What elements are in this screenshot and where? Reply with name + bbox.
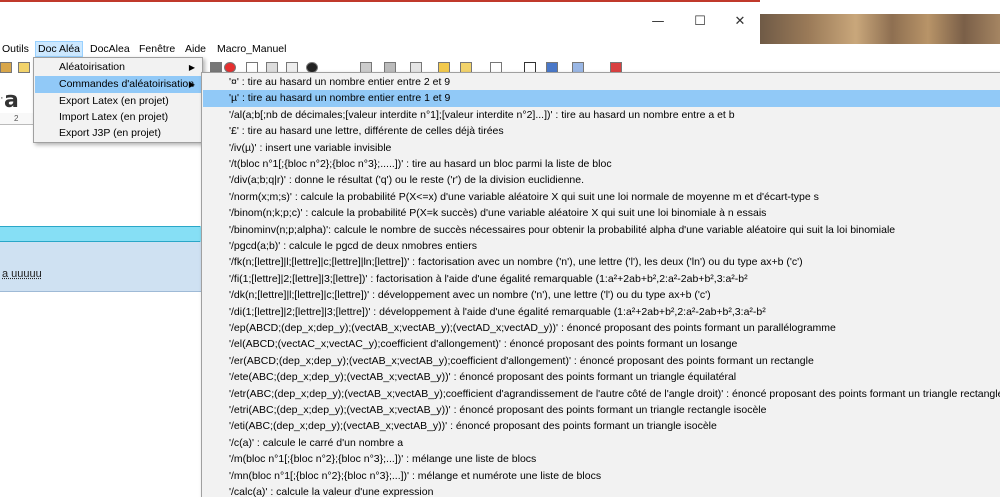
menu-item-export-j3p[interactable]: Export J3P (en projet) (35, 125, 201, 142)
submenu-item[interactable]: '/er(ABCD;(dep_x;dep_y);(vectAB_x;vectAB… (203, 353, 1000, 369)
submenu-item[interactable]: '/fi(1;[lettre]|2;[lettre]|3;[lettre])' … (203, 271, 1000, 287)
submenu-item[interactable]: '£' : tire au hasard une lettre, différe… (203, 123, 1000, 139)
menu-outils[interactable]: Outils (0, 41, 31, 57)
submenu-item[interactable]: '/pgcd(a;b)' : calcule le pgcd de deux n… (203, 238, 1000, 254)
menu-doc-alea[interactable]: Doc Aléa (35, 41, 84, 57)
menu-item-import-latex[interactable]: Import Latex (en projet) (35, 109, 201, 126)
submenu-item[interactable]: '/mn(bloc n°1[;{bloc n°2};{bloc n°3};...… (203, 468, 1000, 484)
toolbar-folder-icon[interactable] (18, 62, 30, 73)
document-panel-text: a uuuuu (2, 268, 42, 280)
menu-item-label: Aléatoirisation (59, 61, 125, 73)
desktop-area (760, 44, 1000, 72)
submenu-item[interactable]: '/m(bloc n°1[;{bloc n°2};{bloc n°3};...]… (203, 451, 1000, 467)
submenu-item[interactable]: 'µ' : tire au hasard un nombre entier en… (203, 90, 1000, 107)
menu-item-commandes-aleatoirisation[interactable]: Commandes d'aléatoirisation ▶ (35, 76, 201, 93)
submenu-item[interactable]: '/ep(ABCD;(dep_x;dep_y);(vectAB_x;vectAB… (203, 320, 1000, 336)
font-sample-icon[interactable]: a (4, 88, 19, 113)
submenu-item[interactable]: '/eti(ABC;(dep_x;dep_y);(vectAB_x;vectAB… (203, 418, 1000, 434)
submenu-item[interactable]: '/calc(a)' : calcule la valeur d'une exp… (203, 484, 1000, 497)
ruler-tick: 2 (14, 114, 19, 123)
submenu-item[interactable]: '/etri(ABC;(dep_x;dep_y);(vectAB_x;vectA… (203, 402, 1000, 418)
menu-aide[interactable]: Aide (183, 41, 208, 57)
menu-docalea[interactable]: DocAlea (88, 41, 132, 57)
commandes-submenu: '¤' : tire au hasard un nombre entier en… (201, 72, 1000, 497)
menu-fenetre[interactable]: Fenêtre (137, 41, 177, 57)
doc-alea-dropdown: Aléatoirisation ▶ Commandes d'aléatoiris… (33, 57, 203, 143)
submenu-item[interactable]: '/t(bloc n°1[;{bloc n°2};{bloc n°3};....… (203, 156, 1000, 172)
submenu-item[interactable]: '/iv(µ)' : insert une variable invisible (203, 140, 1000, 156)
submenu-item[interactable]: '/el(ABCD;(vectAC_x;vectAC_y);coefficien… (203, 336, 1000, 352)
window-titlebar (0, 0, 760, 40)
desktop-wallpaper (760, 14, 1000, 44)
menu-item-label: Commandes d'aléatoirisation (59, 78, 195, 90)
submenu-item[interactable]: '/ete(ABC;(dep_x;dep_y);(vectAB_x;vectAB… (203, 369, 1000, 385)
menu-item-export-latex[interactable]: Export Latex (en projet) (35, 93, 201, 110)
menu-macro-manuel[interactable]: Macro_Manuel (215, 41, 288, 57)
submenu-item[interactable]: '/binominv(n;p;alpha)': calcule le nombr… (203, 222, 1000, 238)
submenu-item[interactable]: '/c(a)' : calcule le carré d'un nombre a (203, 435, 1000, 451)
submenu-item[interactable]: '/fk(n;[lettre]|l;[lettre]|c;[lettre]|ln… (203, 254, 1000, 270)
submenu-item[interactable]: '/etr(ABC;(dep_x;dep_y);(vectAB_x;vectAB… (203, 386, 1000, 402)
submenu-item[interactable]: '/al(a;b[;nb de décimales;[valeur interd… (203, 107, 1000, 123)
menu-item-aleatoirisation[interactable]: Aléatoirisation ▶ (35, 59, 201, 76)
title-accent-line (0, 0, 760, 2)
close-icon[interactable]: ✕ (730, 14, 750, 30)
submenu-item[interactable]: '/dk(n;[lettre]|l;[lettre]|c;[lettre])' … (203, 287, 1000, 303)
submenu-item[interactable]: '/binom(n;k;p;c)' : calcule la probabili… (203, 205, 1000, 221)
submenu-arrow-icon: ▶ (188, 63, 195, 72)
submenu-item[interactable]: '/norm(x;m;s)' : calcule la probabilité … (203, 189, 1000, 205)
selection-band (0, 226, 200, 242)
maximize-icon[interactable]: ☐ (690, 14, 710, 30)
submenu-item[interactable]: '/di(1;[lettre]|2;[lettre]|3;[lettre])' … (203, 304, 1000, 320)
submenu-arrow-icon: ▶ (188, 80, 195, 89)
toolbar-brush-icon[interactable] (0, 62, 12, 73)
submenu-item[interactable]: '/div(a;b;q|r)' : donne le résultat ('q'… (203, 172, 1000, 188)
minimize-icon[interactable]: — (648, 14, 668, 30)
submenu-item[interactable]: '¤' : tire au hasard un nombre entier en… (203, 74, 1000, 90)
